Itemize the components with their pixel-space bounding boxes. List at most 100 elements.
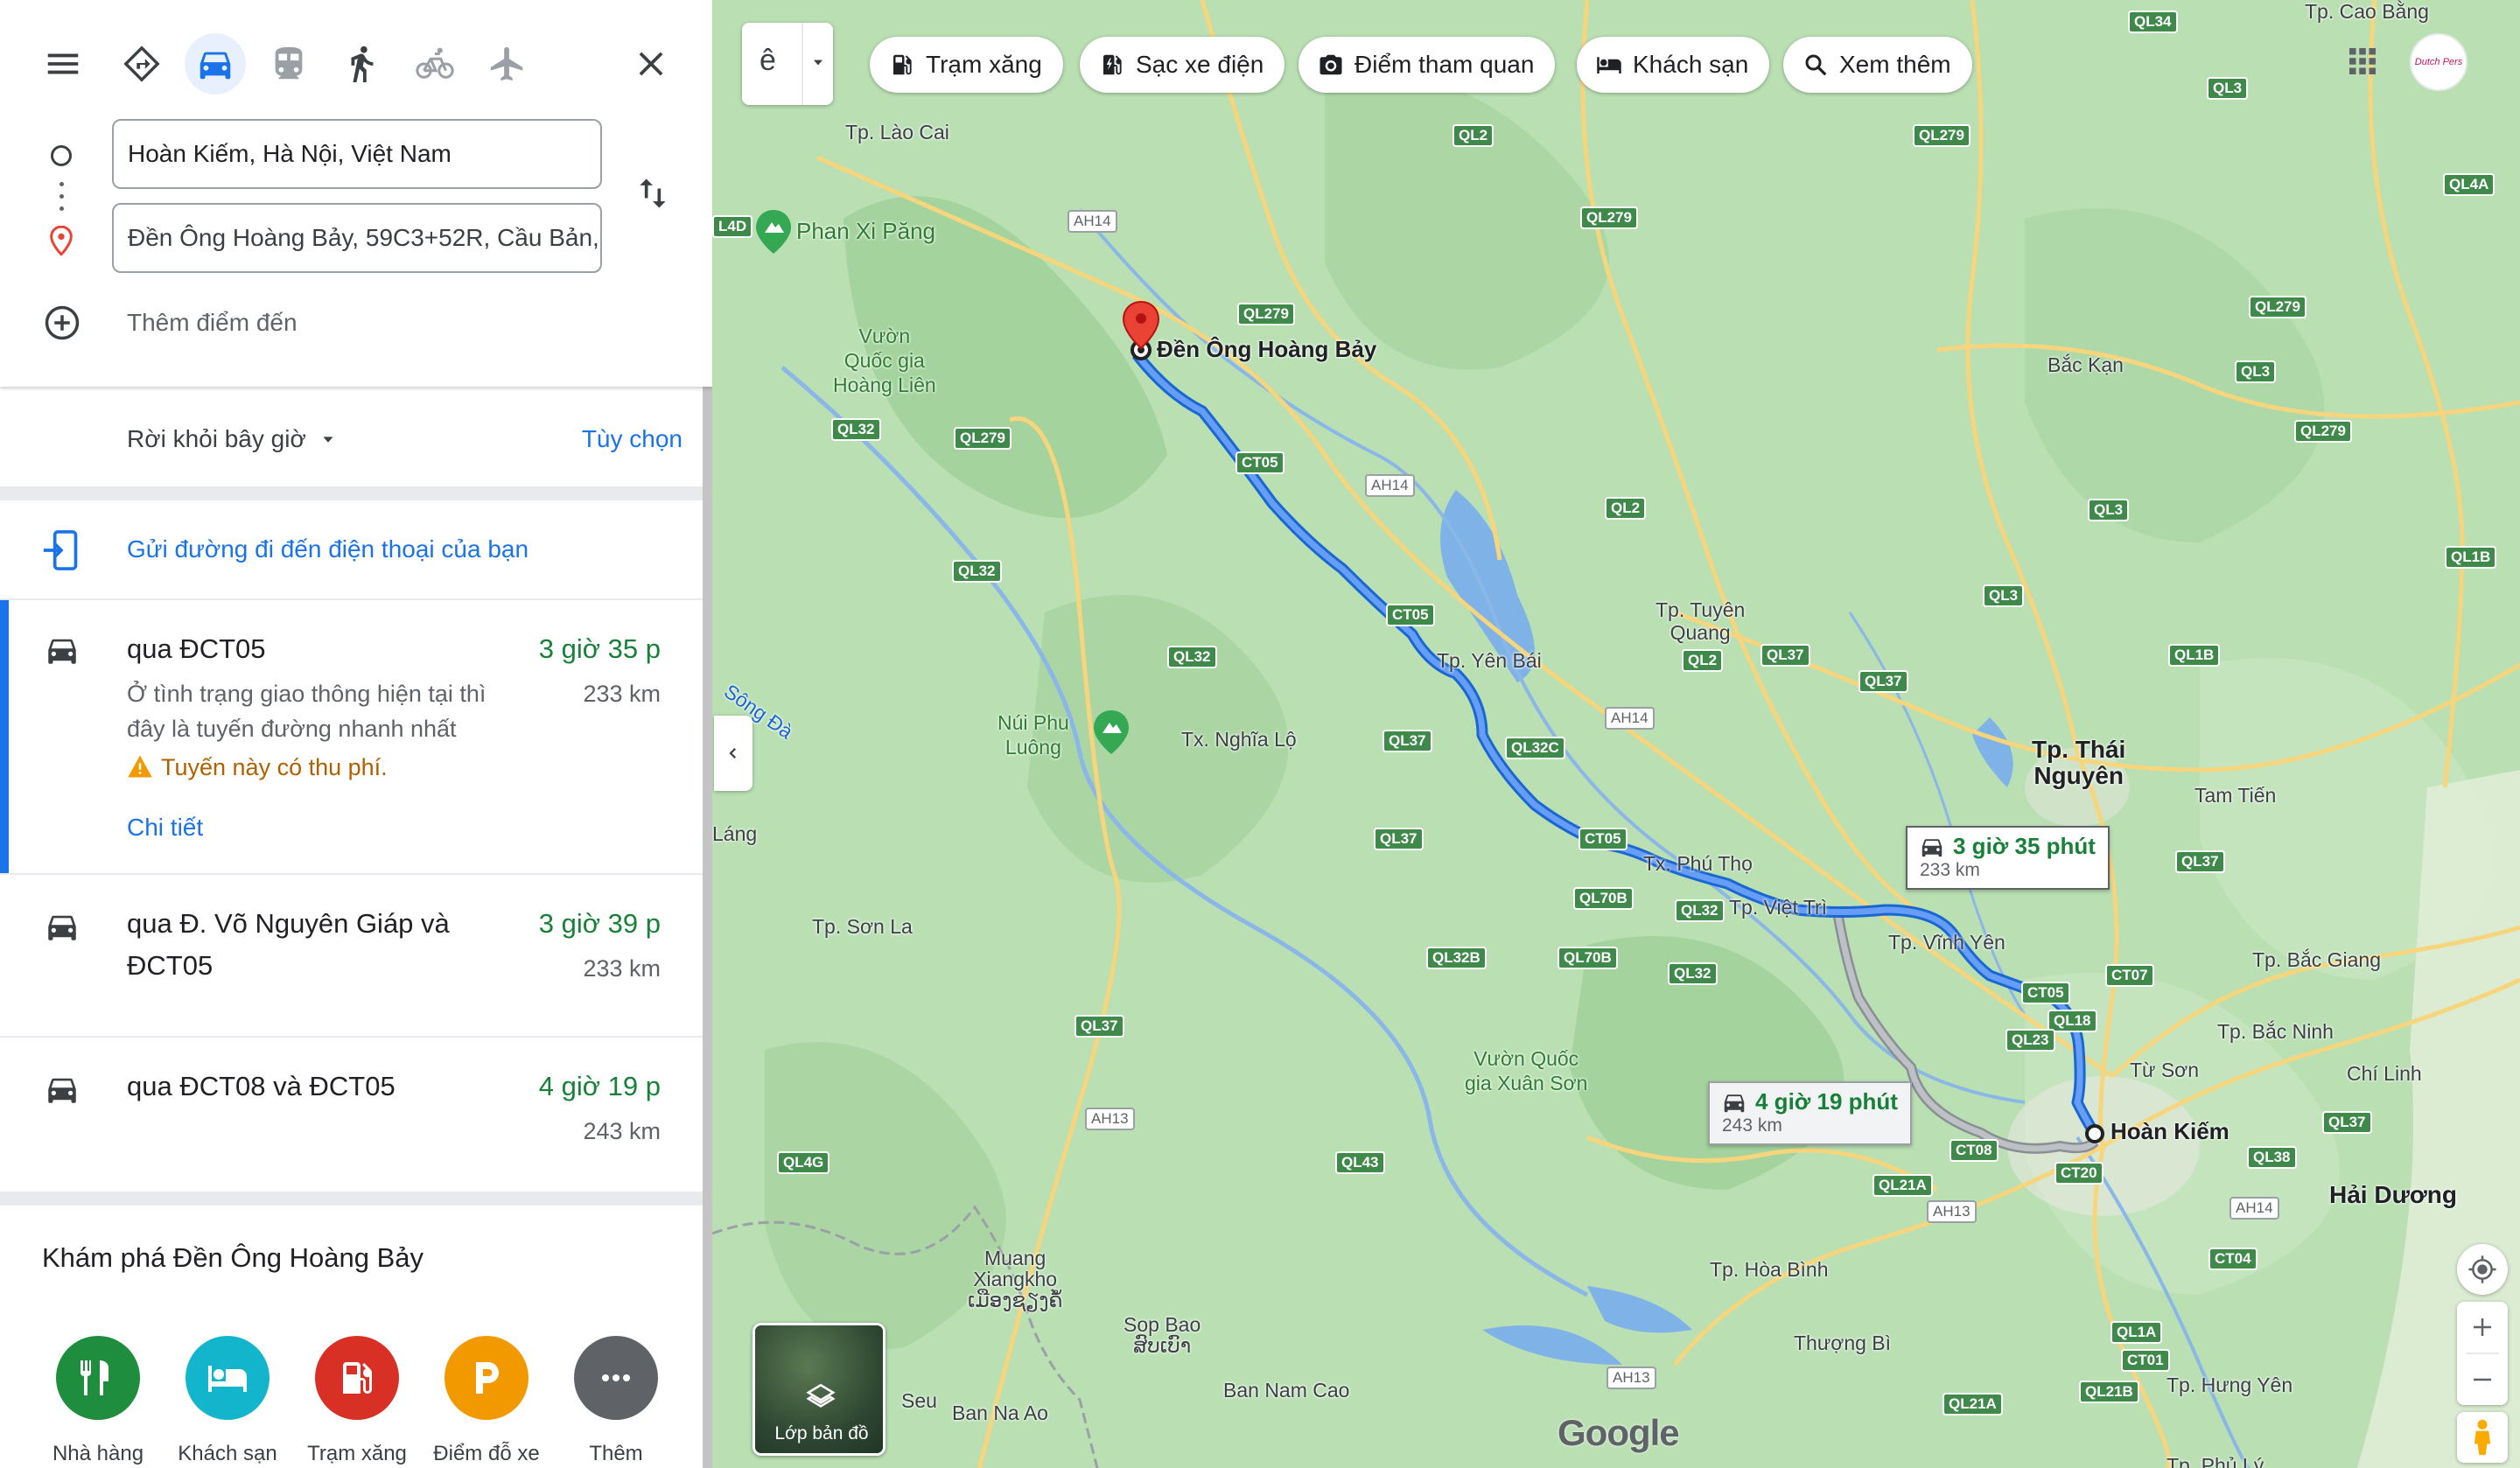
add-destination-label[interactable]: Thêm điểm đến [127, 309, 298, 337]
car-icon [48, 1078, 76, 1103]
collapse-panel-button[interactable] [714, 716, 752, 791]
menu-icon [47, 53, 79, 74]
route-distance: 243 km [583, 1118, 661, 1144]
destination-input[interactable]: Đền Ông Hoàng Bảy, 59C3+52R, Cầu Bản, ..… [112, 203, 602, 273]
road-label: AH14 [2230, 1197, 2279, 1220]
menu-button[interactable] [32, 33, 94, 94]
section-divider [0, 1192, 703, 1206]
road-label: AH13 [1606, 1367, 1656, 1389]
mode-best-button[interactable] [111, 33, 172, 94]
road-label: QL34 [2128, 10, 2178, 33]
road-label: QL279 [2249, 296, 2306, 318]
zoom-out-icon[interactable] [2469, 1367, 2496, 1393]
swap-endpoints-icon[interactable] [634, 173, 672, 213]
category-label: Trạm xăng [307, 1442, 407, 1465]
place-label: Tp. Yên Bái [1437, 649, 1542, 672]
route-details-link[interactable]: Chi tiết [127, 814, 203, 842]
bicycle-icon [416, 47, 454, 79]
car-icon [1922, 838, 1942, 856]
street-view-pegman-button[interactable] [2457, 1412, 2508, 1463]
add-destination-icon[interactable] [44, 304, 80, 341]
chip-attractions[interactable]: Điểm tham quan [1298, 37, 1556, 93]
road-label: L4D [712, 215, 753, 238]
close-directions-button[interactable] [620, 33, 682, 94]
place-label: Tp. Cao Bằng [2305, 0, 2429, 23]
chip-more[interactable]: Xem thêm [1783, 37, 1972, 93]
gas-station-icon [893, 54, 912, 75]
my-location-icon [2468, 1255, 2496, 1283]
road-label: QL23 [2006, 1029, 2055, 1052]
road-label: CT05 [2021, 982, 2070, 1004]
dropdown-arrow-icon[interactable] [317, 430, 340, 450]
place-label: Thượng Bì [1794, 1332, 1892, 1354]
category-hotel-button[interactable] [186, 1336, 270, 1420]
road-label: QL37 [2322, 1111, 2372, 1134]
category-restaurant-button[interactable] [56, 1336, 140, 1420]
destination-map-label: Đền Ông Hoàng Bảy [1157, 336, 1377, 362]
my-location-button[interactable] [2457, 1244, 2508, 1295]
mode-bike-button[interactable] [404, 33, 466, 94]
ev-charging-icon [1103, 54, 1122, 75]
map-layers-button[interactable]: Lớp bản đồ [752, 1323, 886, 1456]
apps-grid-icon[interactable] [2347, 45, 2378, 77]
chip-gas-stations[interactable]: Trạm xăng [870, 37, 1063, 93]
place-label: Vườn Quốc gia Hoàng Liên [833, 325, 936, 396]
route-title: qua ĐCT08 và ĐCT05 [127, 1071, 396, 1101]
road-label: QL32B [1426, 947, 1487, 969]
road-label: QL3 [2207, 77, 2249, 100]
route-description: Ở tình trạng giao thông hiện tại thì [127, 681, 486, 707]
route-option-1[interactable]: qua ĐCT05 3 giờ 35 p 233 km Ở tình trạng… [0, 600, 703, 873]
road-label: QL32 [1167, 646, 1217, 668]
route-option-3[interactable]: qua ĐCT08 và ĐCT05 4 giờ 19 p 243 km [0, 1038, 703, 1192]
airplane-icon [490, 46, 523, 81]
send-to-phone-link[interactable]: Gửi đường đi đến điện thoại của bạn [127, 535, 528, 563]
alternate-route-callout[interactable]: 4 giờ 19 phút 243 km [1708, 1081, 1912, 1145]
place-label: Tx. Phú Thọ [1643, 852, 1753, 875]
primary-route-callout[interactable]: 3 giờ 35 phút 233 km [1906, 826, 2110, 890]
route-option-2[interactable]: qua Đ. Võ Nguyên Giáp và ĐCT05 3 giờ 39 … [0, 875, 703, 1036]
mode-transit-button[interactable] [258, 33, 319, 94]
zoom-in-icon[interactable] [2469, 1314, 2496, 1340]
place-label: Sop Bao ສົບເບົາ [1124, 1313, 1201, 1357]
route-options-link[interactable]: Tùy chọn [582, 425, 682, 453]
place-label: Tx. Nghĩa Lộ [1181, 728, 1297, 751]
origin-circle-icon [51, 145, 72, 166]
depart-now-dropdown[interactable]: Rời khỏi bây giờ [127, 425, 306, 453]
dropdown-arrow-icon[interactable] [808, 54, 828, 72]
route-title: qua ĐCT05 [127, 633, 266, 664]
search-box-collapsed[interactable]: ê [742, 23, 833, 105]
destination-pin-icon [50, 226, 73, 255]
category-more-button[interactable] [574, 1336, 658, 1420]
origin-input[interactable]: Hoàn Kiếm, Hà Nội, Việt Nam [112, 119, 602, 189]
panel-scrollbar[interactable] [703, 385, 712, 1468]
explore-title: Khám phá Đền Ông Hoàng Bảy [42, 1242, 424, 1273]
road-label: QL21B [2079, 1381, 2139, 1403]
place-label: Tp. Bắc Ninh [2217, 1020, 2334, 1043]
place-label: Láng [712, 822, 758, 845]
road-label: QL4G [777, 1151, 830, 1174]
category-gas-button[interactable] [315, 1336, 399, 1420]
connector-dot [60, 194, 64, 199]
road-label: CT08 [1950, 1139, 1998, 1162]
category-parking-button[interactable] [444, 1336, 528, 1420]
map-canvas[interactable]: ê Trạm xăng Sạc xe điện Điểm tham quan K… [712, 0, 2520, 1468]
chip-label: Khách sạn [1633, 51, 1749, 78]
place-label: Hải Dương [2329, 1181, 2457, 1208]
mode-walk-button[interactable] [331, 33, 392, 94]
hotel-icon [1597, 57, 1621, 73]
road-label: AH14 [1365, 474, 1415, 497]
road-label: QL18 [2048, 1010, 2097, 1032]
road-label: QL3 [2088, 499, 2130, 521]
chip-hotels[interactable]: Khách sạn [1577, 37, 1770, 93]
account-avatar[interactable]: Dutch Pers [2410, 33, 2468, 91]
mode-car-button[interactable] [185, 33, 246, 94]
place-label: Núi Phu Luông [998, 711, 1069, 758]
selected-route-indicator [0, 600, 9, 873]
layers-label: Lớp bản đồ [774, 1423, 869, 1444]
place-label: Muang Xiangkho ເມືອງຊຽງຄໍ້ [968, 1247, 1063, 1311]
hotel-icon [208, 1366, 247, 1392]
mode-flight-button[interactable] [477, 33, 538, 94]
chip-ev-charging[interactable]: Sạc xe điện [1080, 37, 1285, 93]
road-label: QL4A [2443, 173, 2496, 196]
send-to-phone-icon[interactable] [42, 528, 80, 572]
